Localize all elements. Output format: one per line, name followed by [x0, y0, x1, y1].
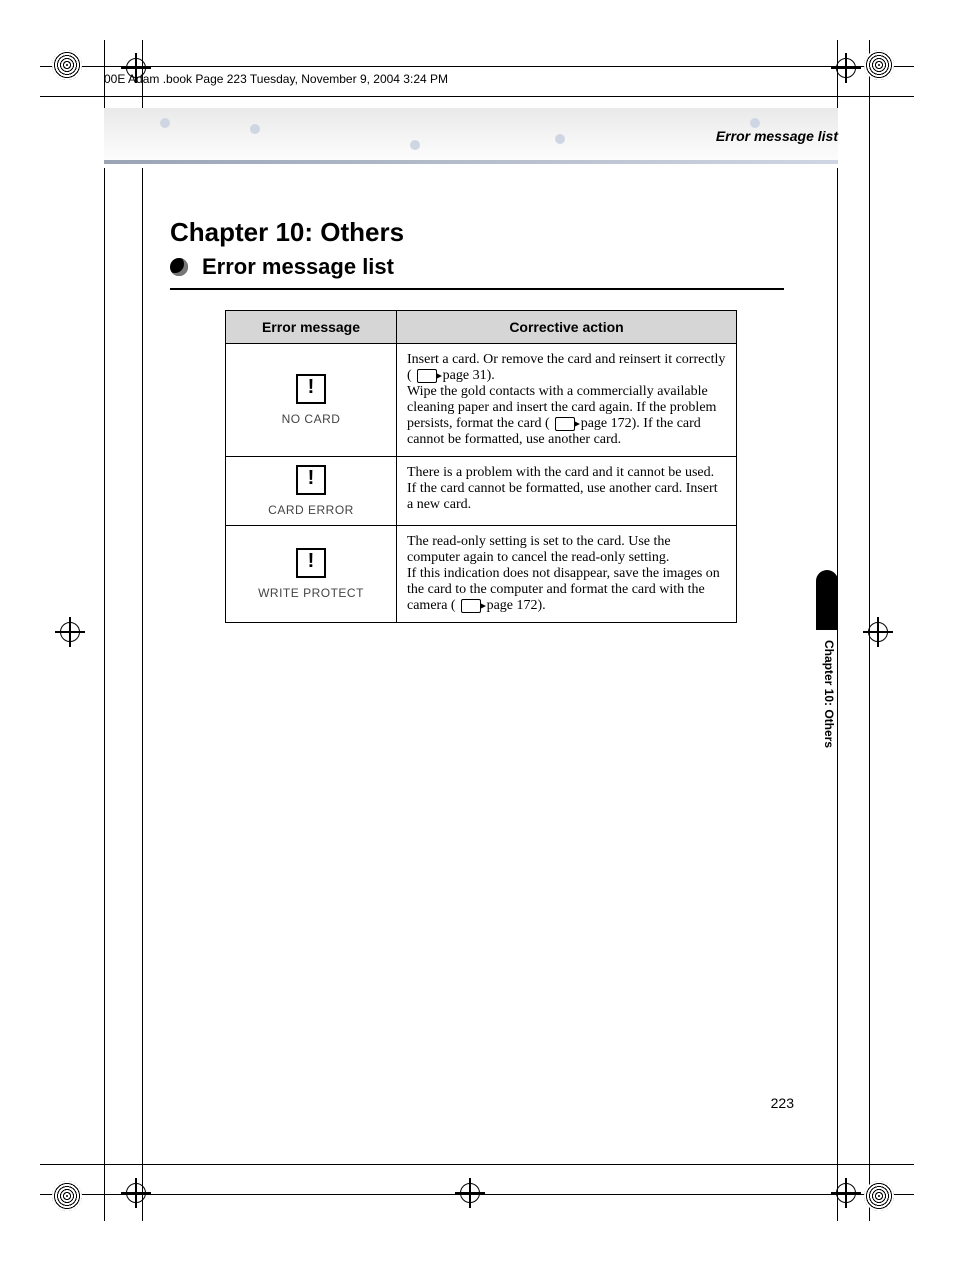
thumb-tab: [816, 570, 838, 630]
error-icon-cell: ! CARD ERROR: [226, 457, 397, 526]
action-text: The read-only setting is set to the card…: [407, 534, 671, 565]
action-text: If this indication does not disappear, s…: [407, 566, 720, 613]
warning-icon: !: [296, 548, 326, 578]
action-text: page 31).: [443, 368, 495, 383]
frame-line: [40, 1164, 914, 1165]
table-header-row: Error message Corrective action: [226, 311, 737, 344]
registration-mark-icon: [60, 622, 80, 642]
error-label: WRITE PROTECT: [236, 586, 386, 600]
error-icon-cell: ! WRITE PROTECT: [226, 526, 397, 623]
header-strip: 00E Adam .book Page 223 Tuesday, Novembe…: [104, 72, 838, 90]
ornament-icon: [864, 50, 894, 80]
registration-mark-icon: [126, 1183, 146, 1203]
ornament-icon: [52, 1181, 82, 1211]
frame-line: [40, 96, 914, 97]
running-head: Error message list: [716, 128, 838, 144]
reference-icon: [417, 369, 437, 383]
corrective-action-cell: There is a problem with the card and it …: [397, 457, 737, 526]
banner-dot-icon: [750, 118, 760, 128]
header-strip-text: 00E Adam .book Page 223 Tuesday, Novembe…: [104, 72, 448, 86]
reference-icon: [555, 417, 575, 431]
table-row: ! CARD ERROR There is a problem with the…: [226, 457, 737, 526]
page-number: 223: [771, 1095, 794, 1111]
registration-mark-icon: [836, 1183, 856, 1203]
frame-line: [104, 40, 105, 1221]
reference-icon: [461, 599, 481, 613]
chapter-title: Chapter 10: Others: [170, 217, 404, 248]
error-label: NO CARD: [236, 412, 386, 426]
page: 00E Adam .book Page 223 Tuesday, Novembe…: [0, 0, 954, 1261]
ornament-icon: [52, 50, 82, 80]
warning-icon: !: [296, 465, 326, 495]
banner-dot-icon: [250, 124, 260, 134]
table-row: ! WRITE PROTECT The read-only setting is…: [226, 526, 737, 623]
col-header-action: Corrective action: [397, 311, 737, 344]
warning-icon: !: [296, 374, 326, 404]
ornament-icon: [864, 1181, 894, 1211]
action-text: There is a problem with the card and it …: [407, 465, 718, 512]
section-heading: Error message list: [170, 254, 784, 290]
bullet-icon: [170, 258, 188, 276]
corrective-action-cell: Insert a card. Or remove the card and re…: [397, 344, 737, 457]
error-message-table: Error message Corrective action ! NO CAR…: [225, 310, 737, 623]
registration-mark-icon: [868, 622, 888, 642]
banner-dot-icon: [160, 118, 170, 128]
action-text: page 172).: [487, 598, 546, 613]
section-title: Error message list: [202, 254, 394, 279]
frame-line: [40, 66, 914, 67]
thumb-tab-label: Chapter 10: Others: [822, 640, 836, 748]
table-row: ! NO CARD Insert a card. Or remove the c…: [226, 344, 737, 457]
section-rule: [170, 288, 784, 290]
error-label: CARD ERROR: [236, 503, 386, 517]
frame-line: [142, 40, 143, 1221]
error-icon-cell: ! NO CARD: [226, 344, 397, 457]
banner-dot-icon: [410, 140, 420, 150]
frame-line: [837, 40, 838, 1221]
banner-dot-icon: [555, 134, 565, 144]
col-header-message: Error message: [226, 311, 397, 344]
corrective-action-cell: The read-only setting is set to the card…: [397, 526, 737, 623]
registration-mark-icon: [460, 1183, 480, 1203]
registration-mark-icon: [836, 58, 856, 78]
